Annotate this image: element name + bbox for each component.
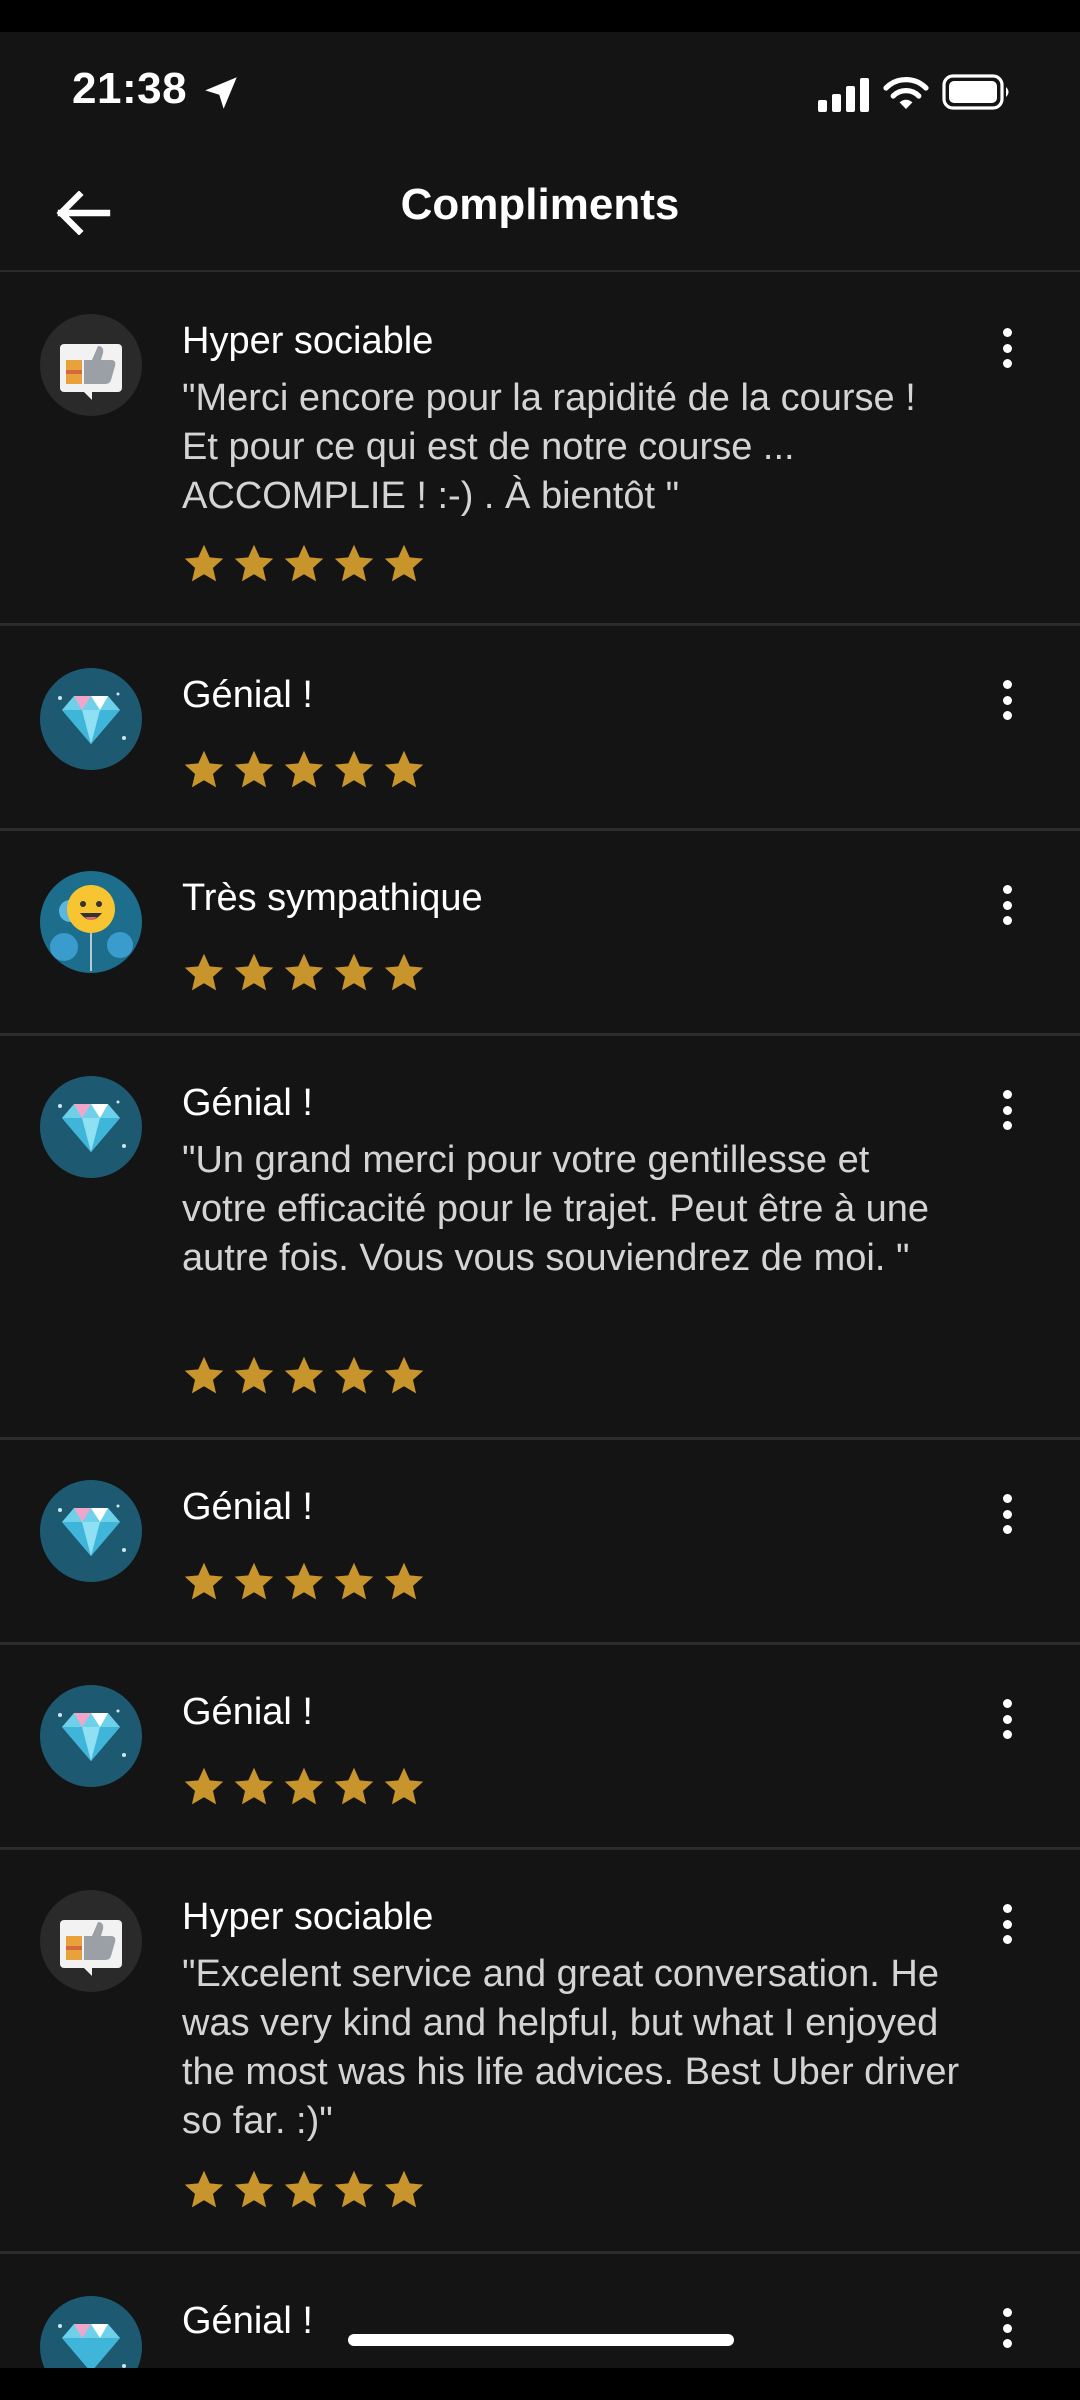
- diamond-badge-icon: [40, 1480, 142, 1582]
- compliment-card: Hyper sociable "Excelent service and gre…: [0, 1850, 1080, 2254]
- compliments-list: Hyper sociable "Merci encore pour la rap…: [0, 274, 1080, 2398]
- status-bar: 21:38: [0, 32, 1080, 152]
- compliment-comment: "Merci encore pour la rapidité de la cou…: [182, 377, 916, 517]
- nav-header: Compliments: [0, 152, 1080, 272]
- status-time: 21:38: [72, 64, 188, 113]
- star-icon: [234, 1356, 274, 1394]
- star-icon: [284, 750, 324, 788]
- star-icon: [234, 953, 274, 991]
- more-options-button[interactable]: [990, 1896, 1024, 1952]
- star-icon: [334, 750, 374, 788]
- compliment-comment: "Excelent service and great conversation…: [182, 1953, 960, 2142]
- star-rating: [182, 951, 426, 995]
- compliment-title: Très sympathique: [182, 877, 483, 919]
- star-icon: [384, 2170, 424, 2208]
- star-rating: [182, 1765, 426, 1809]
- star-icon: [284, 544, 324, 582]
- star-icon: [384, 1767, 424, 1805]
- star-icon: [184, 953, 224, 991]
- more-options-button[interactable]: [990, 672, 1024, 728]
- screen: 21:38 Compliments Hyper sociable "Merci …: [0, 0, 1080, 2400]
- star-rating: [182, 542, 426, 586]
- star-icon: [284, 953, 324, 991]
- star-rating: [182, 1354, 426, 1398]
- star-icon: [384, 750, 424, 788]
- star-rating: [182, 1560, 426, 1604]
- compliment-card: Hyper sociable "Merci encore pour la rap…: [0, 274, 1080, 626]
- more-options-button[interactable]: [990, 1486, 1024, 1542]
- compliment-title: Génial !: [182, 1691, 313, 1733]
- star-icon: [384, 544, 424, 582]
- thumbs-up-badge-icon: [40, 314, 142, 416]
- thumbs-up-badge-icon: [40, 1890, 142, 1992]
- more-options-button[interactable]: [990, 877, 1024, 933]
- star-icon: [334, 2170, 374, 2208]
- top-bezel: [0, 0, 1080, 32]
- compliment-card: Génial !: [0, 626, 1080, 831]
- star-icon: [384, 953, 424, 991]
- more-options-button[interactable]: [990, 1082, 1024, 1138]
- star-icon: [184, 544, 224, 582]
- battery-icon: [942, 74, 1009, 110]
- compliment-title: Génial !: [182, 674, 313, 716]
- star-icon: [234, 1767, 274, 1805]
- more-options-button[interactable]: [990, 320, 1024, 376]
- star-icon: [184, 1356, 224, 1394]
- star-icon: [384, 1562, 424, 1600]
- more-options-button[interactable]: [990, 1691, 1024, 1747]
- star-rating: [182, 748, 426, 792]
- compliment-title: Hyper sociable: [182, 320, 434, 362]
- compliment-title: Génial !: [182, 1486, 313, 1528]
- star-icon: [334, 1562, 374, 1600]
- star-icon: [284, 1767, 324, 1805]
- compliment-title: Hyper sociable: [182, 1896, 434, 1938]
- star-icon: [184, 2170, 224, 2208]
- cellular-signal-icon: [818, 78, 869, 112]
- compliment-card: Génial !: [0, 1440, 1080, 1645]
- compliment-title: Génial !: [182, 1082, 313, 1124]
- star-icon: [334, 1767, 374, 1805]
- star-icon: [234, 750, 274, 788]
- star-icon: [334, 544, 374, 582]
- star-icon: [184, 1767, 224, 1805]
- diamond-badge-icon: [40, 1685, 142, 1787]
- compliment-card: Génial !: [0, 1645, 1080, 1850]
- compliment-card: Très sympathique: [0, 831, 1080, 1036]
- diamond-badge-icon: [40, 668, 142, 770]
- compliment-title: Génial !: [182, 2300, 313, 2342]
- star-rating: [182, 2168, 426, 2212]
- home-indicator[interactable]: [348, 2334, 734, 2346]
- page-title: Compliments: [400, 180, 680, 229]
- compliment-card: Génial ! "Un grand merci pour votre gent…: [0, 1036, 1080, 1440]
- star-icon: [284, 2170, 324, 2208]
- location-arrow-icon: [205, 77, 237, 109]
- star-icon: [284, 1562, 324, 1600]
- star-icon: [184, 750, 224, 788]
- star-icon: [384, 1356, 424, 1394]
- star-icon: [184, 1562, 224, 1600]
- wifi-icon: [883, 77, 929, 109]
- star-icon: [334, 1356, 374, 1394]
- more-options-button[interactable]: [990, 2300, 1024, 2356]
- compliment-comment: "Un grand merci pour votre gentillesse e…: [182, 1139, 930, 1279]
- bottom-bezel: [0, 2368, 1080, 2400]
- star-icon: [234, 544, 274, 582]
- smiley-balloon-badge-icon: [40, 871, 142, 973]
- star-icon: [334, 953, 374, 991]
- star-icon: [234, 1562, 274, 1600]
- star-icon: [284, 1356, 324, 1394]
- diamond-badge-icon: [40, 1076, 142, 1178]
- star-icon: [234, 2170, 274, 2208]
